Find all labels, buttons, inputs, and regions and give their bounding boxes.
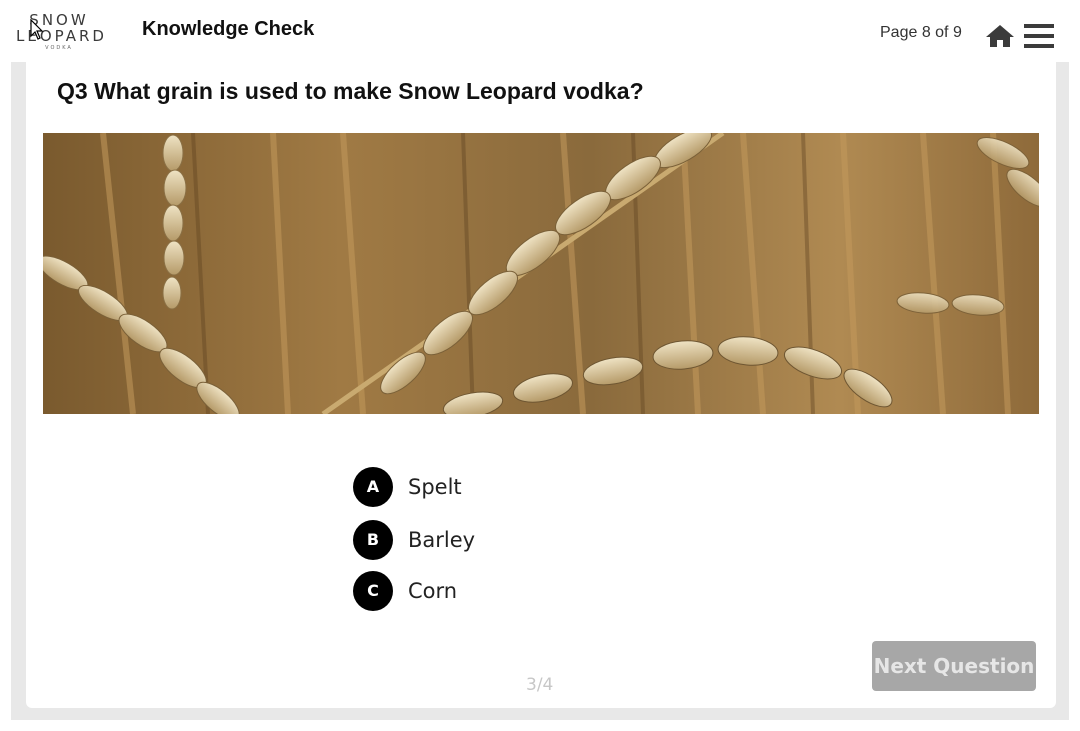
question-text: Q3 What grain is used to make Snow Leopa…: [57, 78, 644, 104]
hamburger-menu-icon[interactable]: [1024, 24, 1054, 48]
question-progress: 3/4: [526, 675, 554, 695]
page-title: Knowledge Check: [142, 18, 315, 40]
option-label: Barley: [408, 528, 476, 552]
answer-option-b[interactable]: B Barley: [353, 520, 573, 560]
answer-option-a[interactable]: A Spelt: [353, 467, 573, 507]
header-bar: SNOW LEOPARD VODKA Knowledge Check Page …: [0, 0, 1080, 62]
option-label: Spelt: [408, 475, 462, 499]
option-letter-badge: C: [353, 571, 393, 611]
page-indicator: Page 8 of 9: [880, 24, 962, 41]
snow-leopard-logo: SNOW LEOPARD VODKA: [16, 11, 107, 56]
logo-line-3: VODKA: [45, 45, 73, 51]
mouse-cursor-icon: [30, 19, 44, 40]
option-letter-badge: B: [353, 520, 393, 560]
option-letter-badge: A: [353, 467, 393, 507]
answer-option-c[interactable]: C Corn: [353, 571, 573, 611]
logo-line-2: LEOPARD: [16, 27, 107, 45]
wheat-ears-photo: [43, 133, 1039, 414]
home-icon[interactable]: [985, 23, 1015, 49]
option-label: Corn: [408, 579, 458, 603]
next-question-button[interactable]: Next Question: [872, 641, 1036, 691]
logo-line-1: SNOW: [29, 11, 89, 29]
